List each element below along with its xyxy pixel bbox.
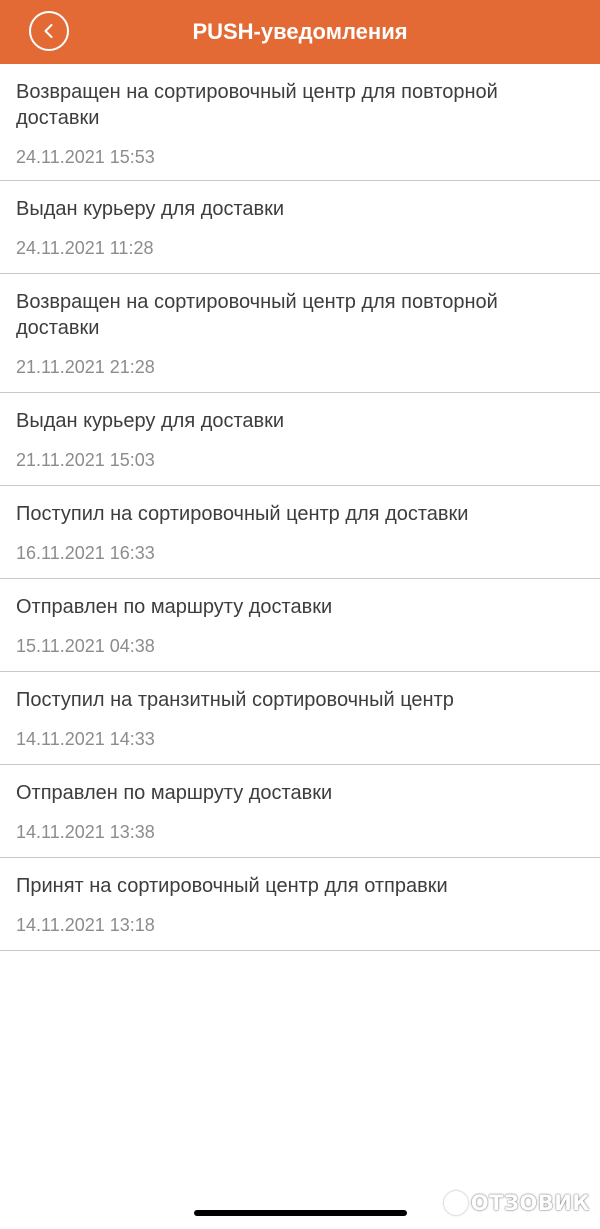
notification-title: Поступил на сортировочный центр для дост… — [16, 503, 469, 525]
notification-timestamp: 16.11.2021 16:33 — [16, 543, 155, 563]
app-header: PUSH-уведомления — [0, 0, 600, 64]
otzovik-watermark: ОТЗОВИК — [443, 1189, 590, 1217]
notification-timestamp: 15.11.2021 04:38 — [16, 636, 155, 656]
notification-title: Отправлен по маршруту доставки — [16, 596, 333, 618]
notification-timestamp: 24.11.2021 11:28 — [16, 238, 154, 258]
notification-item[interactable]: Поступил на транзитный сортировочный цен… — [0, 672, 600, 765]
notification-item[interactable]: Возвращен на сортировочный центр для пов… — [0, 64, 600, 181]
notification-title: Выдан курьеру для доставки — [16, 198, 285, 220]
page-title: PUSH-уведомления — [192, 19, 408, 44]
notification-title: Поступил на транзитный сортировочный цен… — [16, 689, 454, 711]
notification-title: Возвращен на сортировочный центр для пов… — [16, 291, 498, 339]
notification-item[interactable]: Отправлен по маршруту доставки 15.11.202… — [0, 579, 600, 672]
notification-title: Принят на сортировочный центр для отправ… — [16, 875, 448, 897]
otzovik-logo-icon — [443, 1191, 468, 1215]
notification-item[interactable]: Возвращен на сортировочный центр для пов… — [0, 274, 600, 393]
notification-timestamp: 14.11.2021 13:18 — [16, 915, 155, 935]
notification-title: Выдан курьеру для доставки — [16, 410, 285, 432]
notification-item[interactable]: Выдан курьеру для доставки 21.11.2021 15… — [0, 393, 600, 486]
notification-item[interactable]: Выдан курьеру для доставки 24.11.2021 11… — [0, 181, 600, 274]
watermark-text: ОТЗОВИК — [470, 1191, 590, 1215]
notification-timestamp: 14.11.2021 13:38 — [16, 822, 155, 842]
notification-timestamp: 14.11.2021 14:33 — [16, 729, 155, 749]
notification-item[interactable]: Поступил на сортировочный центр для дост… — [0, 486, 600, 579]
home-indicator[interactable] — [194, 1210, 407, 1216]
notification-timestamp: 24.11.2021 15:53 — [16, 147, 155, 167]
notification-list: Возвращен на сортировочный центр для пов… — [0, 64, 600, 951]
notification-title: Возвращен на сортировочный центр для пов… — [16, 81, 498, 129]
notification-title: Отправлен по маршруту доставки — [16, 782, 333, 804]
notification-timestamp: 21.11.2021 15:03 — [16, 450, 155, 470]
notification-item[interactable]: Принят на сортировочный центр для отправ… — [0, 858, 600, 951]
notification-item[interactable]: Отправлен по маршруту доставки 14.11.202… — [0, 765, 600, 858]
notification-timestamp: 21.11.2021 21:28 — [16, 357, 155, 377]
